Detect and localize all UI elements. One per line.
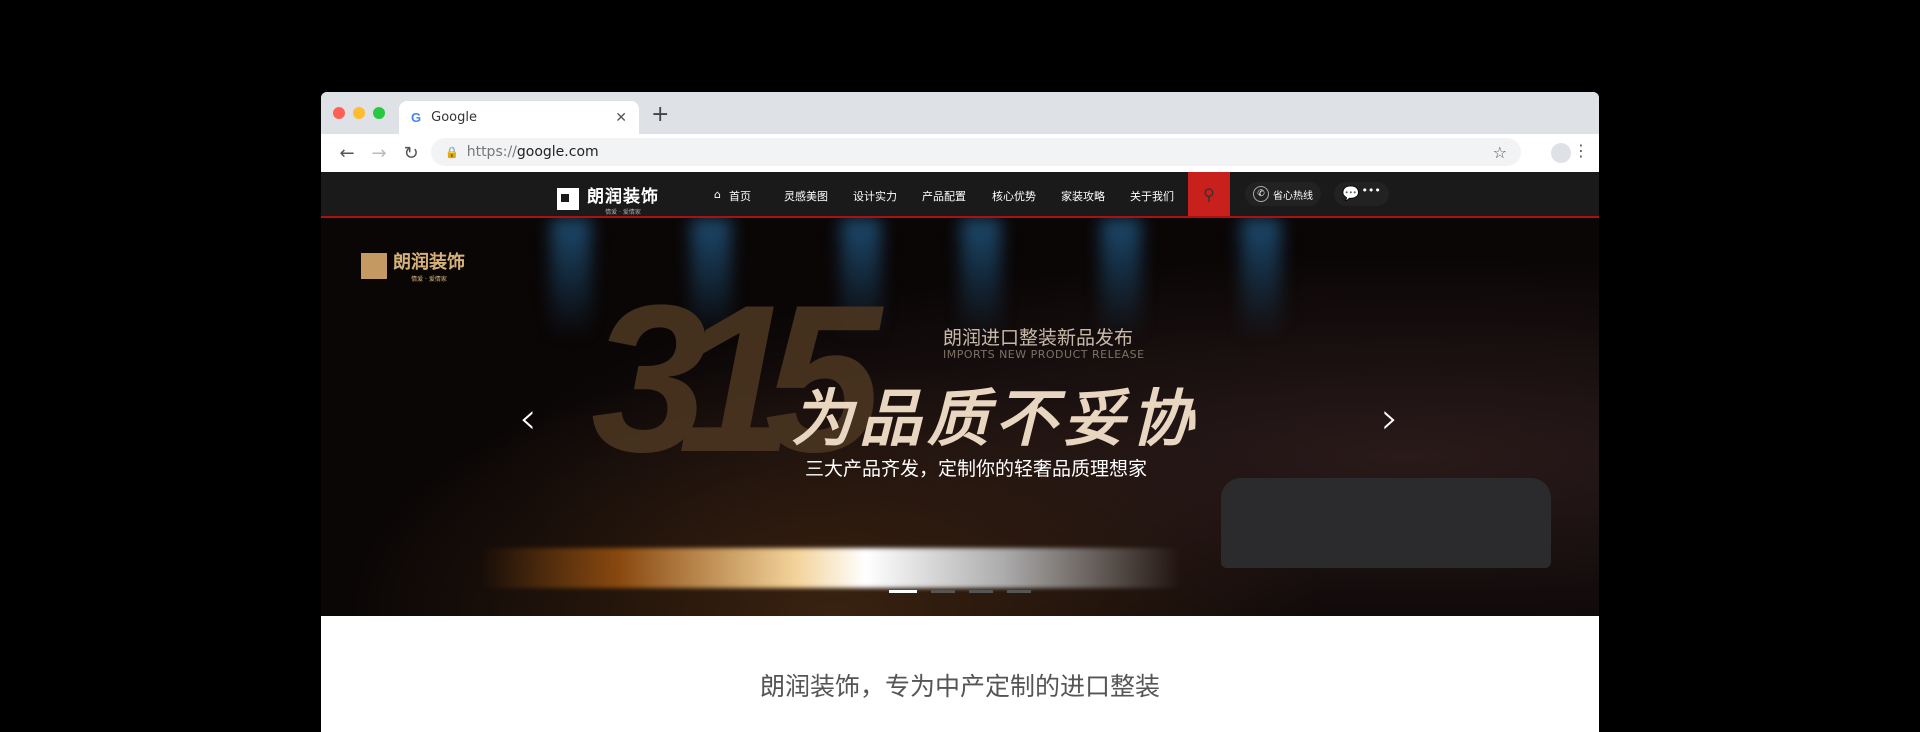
banner-logo: 朗润装饰情爱 · 爱情家 [361,248,465,283]
search-icon: ⚲ [1203,184,1215,204]
site-nav: 朗润装饰情爱 · 爱情家 ⌂ 首页 灵感美图 设计实力 产品配置 核心优势 家装… [321,172,1599,218]
slide-dot-3[interactable] [969,590,993,593]
lock-icon: 🔒 [445,145,459,159]
url-input[interactable]: 🔒 https:// google.com ☆ [431,138,1521,166]
banner-headline: 为品质不妥协 [791,382,1200,455]
close-tab-icon[interactable]: ✕ [615,110,627,126]
slide-dot-1[interactable] [889,590,917,593]
banner-subtitle-en: IMPORTS NEW PRODUCT RELEASE [943,348,1145,361]
banner-logo-sub: 情爱 · 爱情家 [411,276,447,283]
spotlight [1101,218,1141,338]
spotlight [961,218,1001,338]
banner-tagline: 三大产品齐发，定制你的轻奢品质理想家 [805,458,1148,480]
logo-title: 朗润装饰 [587,187,659,207]
nav-item-advantages[interactable]: 核心优势 [992,188,1036,204]
browser-window: G Google ✕ + ← → ↻ 🔒 https:// google.com… [321,92,1599,732]
url-protocol: https:// [466,144,517,160]
browser-menu-icon[interactable]: ⋮ [1573,141,1589,160]
prev-slide-arrow-icon[interactable]: ‹ [519,393,537,444]
slide-dot-4[interactable] [1007,590,1031,593]
minimize-window-button[interactable] [353,107,365,119]
hero-banner: 朗润装饰 情爱 · 爱情家 315 朗润进口整装新品发布 IMPORTS NEW … [321,218,1599,616]
logo-mark-icon [557,188,579,210]
forward-icon[interactable]: → [363,143,395,164]
banner-subtitle: 朗润进口整装新品发布 [943,327,1134,349]
sofa-image [1221,478,1551,568]
maximize-window-button[interactable] [373,107,385,119]
logo-sub: 情爱 · 爱情家 [605,209,641,216]
google-favicon-icon: G [411,110,422,125]
more-dots: ••• [1361,183,1381,197]
url-host: google.com [516,144,599,160]
nav-item-home[interactable]: 首页 [729,188,751,204]
light-streak [481,548,1181,588]
profile-avatar[interactable] [1551,143,1571,163]
slide-dot-2[interactable] [931,590,955,593]
hotline-label: 省心热线 [1273,190,1313,202]
next-slide-arrow-icon[interactable]: › [1381,393,1399,444]
home-icon: ⌂ [714,188,721,201]
close-window-button[interactable] [333,107,345,119]
search-button[interactable]: ⚲ [1188,172,1230,216]
nav-item-guide[interactable]: 家装攻略 [1061,188,1105,204]
nav-item-design[interactable]: 设计实力 [853,188,897,204]
spotlight [1241,218,1281,338]
back-icon[interactable]: ← [331,143,363,164]
browser-tab[interactable]: G Google ✕ [399,101,639,134]
wechat-icon: 💬 [1342,186,1360,202]
nav-item-inspiration[interactable]: 灵感美图 [784,188,828,204]
tab-bar: G Google ✕ + [321,92,1599,134]
logo-mark-icon [361,252,387,279]
new-tab-button[interactable]: + [651,102,669,127]
nav-item-products[interactable]: 产品配置 [922,188,966,204]
wechat-button[interactable]: 💬 ••• [1334,182,1389,206]
hotline-button[interactable]: ✆ 省心热线 [1245,182,1321,206]
banner-logo-title: 朗润装饰 [393,252,465,273]
address-bar-row: ← → ↻ 🔒 https:// google.com ☆ ⋮ [321,134,1599,172]
site-logo[interactable]: 朗润装饰情爱 · 爱情家 [557,182,659,216]
nav-item-about[interactable]: 关于我们 [1130,188,1174,204]
slide-indicators [321,590,1599,593]
reload-icon[interactable]: ↻ [395,143,427,164]
phone-icon: ✆ [1253,186,1269,202]
tab-title: Google [431,110,477,125]
bookmark-star-icon[interactable]: ☆ [1493,143,1507,162]
intro-heading: 朗润装饰，专为中产定制的进口整装 [759,672,1160,701]
spotlight [551,218,591,338]
